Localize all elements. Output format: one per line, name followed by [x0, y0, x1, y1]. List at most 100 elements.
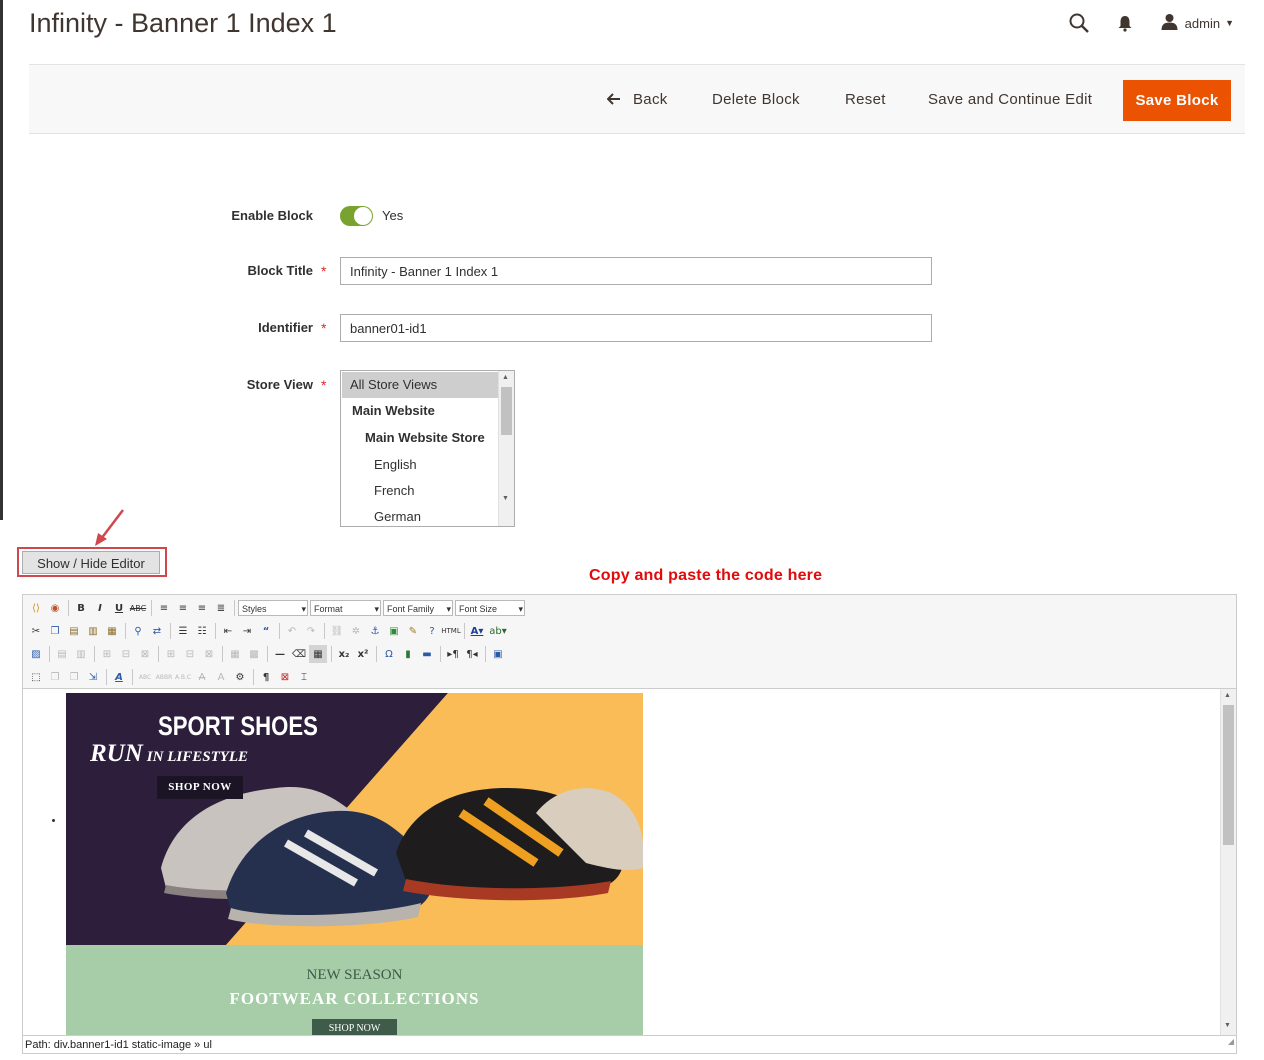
- editor-content-area[interactable]: SPORT SHOES RUN IN LIFESTYLE SHOP NOW NEW…: [23, 689, 1220, 1035]
- acronym-icon[interactable]: A.B.C: [174, 668, 192, 686]
- paste-word-icon[interactable]: ▦: [103, 622, 121, 640]
- cut-icon[interactable]: ✂: [27, 622, 45, 640]
- bold-icon[interactable]: B: [72, 599, 90, 617]
- styleprops-icon[interactable]: A: [110, 668, 128, 686]
- align-right-icon[interactable]: ≡: [193, 599, 211, 617]
- absolute-position-icon[interactable]: ⇲: [84, 668, 102, 686]
- editor-scrollbar[interactable]: ▲ ▼: [1220, 689, 1236, 1035]
- merge-cells-icon[interactable]: ▩: [245, 645, 263, 663]
- format-dropdown[interactable]: Format: [310, 600, 381, 617]
- show-hide-editor-button[interactable]: Show / Hide Editor: [22, 551, 160, 574]
- ins-icon[interactable]: A: [212, 668, 230, 686]
- media-icon[interactable]: ▮: [399, 645, 417, 663]
- ltr-icon[interactable]: ▸¶: [444, 645, 462, 663]
- anchor-icon[interactable]: ⚓: [366, 622, 384, 640]
- enable-block-toggle[interactable]: [340, 206, 373, 226]
- link-icon[interactable]: ⛓: [328, 622, 346, 640]
- move-backward-icon[interactable]: ❐: [65, 668, 83, 686]
- underline-icon[interactable]: U: [110, 599, 128, 617]
- user-menu[interactable]: admin ▼: [1161, 13, 1234, 33]
- image-icon[interactable]: ▣: [385, 622, 403, 640]
- move-forward-icon[interactable]: ❐: [46, 668, 64, 686]
- superscript-icon[interactable]: x²: [354, 645, 372, 663]
- back-button[interactable]: Back: [606, 80, 668, 120]
- special-char-icon[interactable]: Ω: [380, 645, 398, 663]
- visual-aid-icon[interactable]: ▦: [309, 645, 327, 663]
- font-size-dropdown[interactable]: Font Size: [455, 600, 525, 617]
- background-color-icon[interactable]: ab▾: [487, 622, 509, 640]
- scrollbar-thumb[interactable]: [1223, 705, 1234, 845]
- strikethrough-icon[interactable]: ABC: [129, 599, 147, 617]
- inline-element-icon[interactable]: ▬: [418, 645, 436, 663]
- paste-text-icon[interactable]: ▥: [84, 622, 102, 640]
- align-center-icon[interactable]: ≡: [174, 599, 192, 617]
- abbr-icon[interactable]: ABBR: [155, 668, 173, 686]
- attributes-icon[interactable]: ⚙: [231, 668, 249, 686]
- scroll-up-icon[interactable]: ▲: [502, 374, 509, 381]
- identifier-input[interactable]: banner01-id1: [340, 314, 932, 342]
- indent-icon[interactable]: ⇥: [238, 622, 256, 640]
- italic-icon[interactable]: I: [91, 599, 109, 617]
- horizontal-rule-icon[interactable]: —: [271, 645, 289, 663]
- split-cells-icon[interactable]: ▦: [226, 645, 244, 663]
- blockquote-icon[interactable]: “: [257, 622, 275, 640]
- scroll-down-icon[interactable]: ▼: [502, 495, 509, 502]
- store-view-scrollbar[interactable]: ▲ ▼: [498, 371, 514, 526]
- resize-grip-icon[interactable]: ◢: [1228, 1033, 1234, 1051]
- table-edit-icon[interactable]: ▨: [27, 645, 45, 663]
- replace-icon[interactable]: ⇄: [148, 622, 166, 640]
- nonbreaking-icon[interactable]: ⌶: [295, 668, 313, 686]
- search-icon[interactable]: [1065, 9, 1093, 37]
- store-option[interactable]: Main Website Store: [342, 425, 514, 451]
- notifications-bell-icon[interactable]: [1111, 9, 1139, 37]
- block-title-input[interactable]: Infinity - Banner 1 Index 1: [340, 257, 932, 285]
- undo-icon[interactable]: ↶: [283, 622, 301, 640]
- table-cell-props-icon[interactable]: ▥: [72, 645, 90, 663]
- show-blocks-icon[interactable]: ¶: [257, 668, 275, 686]
- numbered-list-icon[interactable]: ☷: [193, 622, 211, 640]
- insert-row-after-icon[interactable]: ⊟: [117, 645, 135, 663]
- scroll-down-icon[interactable]: ▼: [1224, 1022, 1231, 1029]
- styles-dropdown[interactable]: Styles: [238, 600, 308, 617]
- html-source-icon[interactable]: HTML: [441, 622, 460, 640]
- align-left-icon[interactable]: ≡: [155, 599, 173, 617]
- scrollbar-thumb[interactable]: [501, 387, 512, 435]
- insert-row-before-icon[interactable]: ⊞: [98, 645, 116, 663]
- reset-button[interactable]: Reset: [845, 80, 886, 120]
- store-view-multiselect[interactable]: All Store Views Main Website Main Websit…: [340, 370, 515, 527]
- del-icon[interactable]: A: [193, 668, 211, 686]
- font-family-dropdown[interactable]: Font Family: [383, 600, 453, 617]
- outdent-icon[interactable]: ⇤: [219, 622, 237, 640]
- widget-icon[interactable]: ⟨⟩: [27, 599, 45, 617]
- image-insert-icon[interactable]: ◉: [46, 599, 64, 617]
- table-row-props-icon[interactable]: ▤: [53, 645, 71, 663]
- rtl-icon[interactable]: ¶◂: [463, 645, 481, 663]
- insert-col-after-icon[interactable]: ⊟: [181, 645, 199, 663]
- save-block-button[interactable]: Save Block: [1123, 80, 1231, 121]
- store-option[interactable]: French: [342, 478, 514, 504]
- delete-col-icon[interactable]: ⊠: [200, 645, 218, 663]
- align-justify-icon[interactable]: ≣: [212, 599, 230, 617]
- cleanup-icon[interactable]: ✎: [404, 622, 422, 640]
- insert-col-before-icon[interactable]: ⊞: [162, 645, 180, 663]
- help-icon[interactable]: ?: [423, 622, 441, 640]
- redo-icon[interactable]: ↷: [302, 622, 320, 640]
- visual-chars-icon[interactable]: ⊠: [276, 668, 294, 686]
- store-option[interactable]: English: [342, 452, 514, 478]
- subscript-icon[interactable]: x₂: [335, 645, 353, 663]
- scroll-up-icon[interactable]: ▲: [1224, 692, 1231, 699]
- store-option[interactable]: German: [342, 504, 514, 526]
- store-option[interactable]: Main Website: [342, 398, 508, 424]
- remove-format-icon[interactable]: ⌫: [290, 645, 308, 663]
- delete-row-icon[interactable]: ⊠: [136, 645, 154, 663]
- unlink-icon[interactable]: ✲: [347, 622, 365, 640]
- insert-layer-icon[interactable]: ⬚: [27, 668, 45, 686]
- fullscreen-icon[interactable]: ▣: [489, 645, 507, 663]
- save-and-continue-button[interactable]: Save and Continue Edit: [928, 80, 1092, 120]
- text-color-icon[interactable]: A▾: [468, 622, 486, 640]
- find-icon[interactable]: ⚲: [129, 622, 147, 640]
- delete-block-button[interactable]: Delete Block: [712, 80, 800, 120]
- copy-icon[interactable]: ❐: [46, 622, 64, 640]
- store-option[interactable]: All Store Views: [342, 372, 506, 398]
- bullet-list-icon[interactable]: ☰: [174, 622, 192, 640]
